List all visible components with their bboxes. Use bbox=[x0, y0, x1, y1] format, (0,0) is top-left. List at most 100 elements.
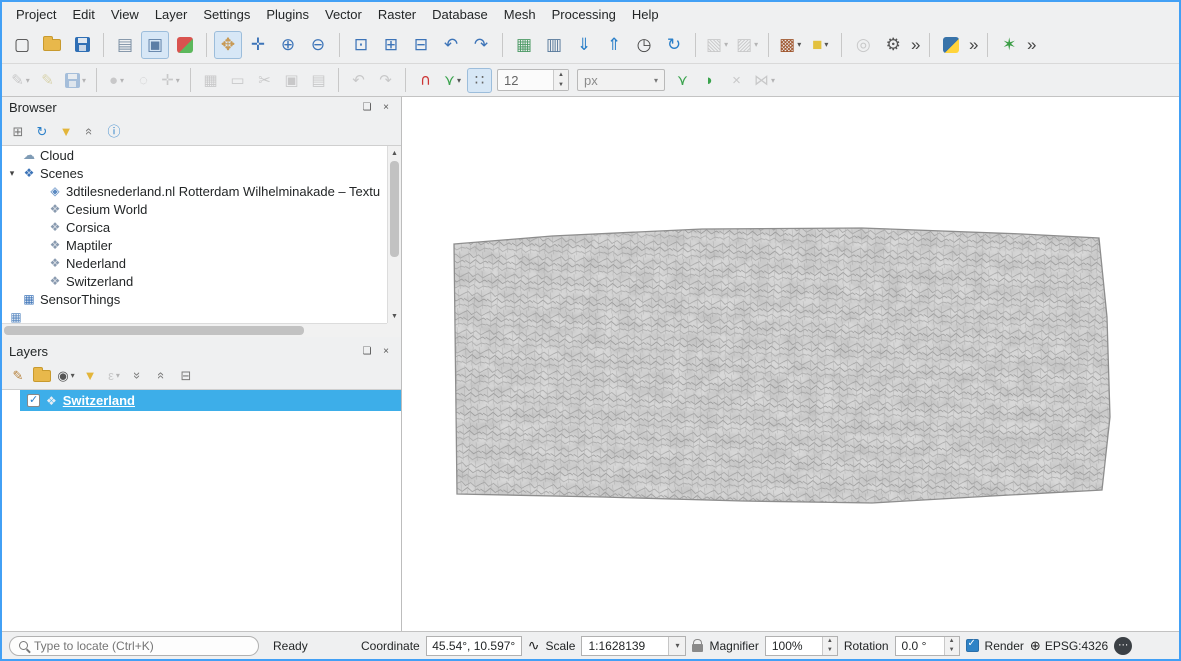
menu-edit[interactable]: Edit bbox=[64, 4, 102, 25]
tree-item[interactable]: ▦SensorThings bbox=[2, 290, 387, 308]
scrollbar-thumb[interactable] bbox=[390, 161, 399, 257]
map-themes-button[interactable]: ◉▾ bbox=[55, 365, 77, 387]
attribute-table-button[interactable]: ▥ bbox=[540, 31, 568, 59]
coordinate-field[interactable]: 45.54°, 10.597° bbox=[426, 636, 522, 656]
messages-icon[interactable]: ⋯ bbox=[1114, 637, 1132, 655]
zoom-to-selection-button[interactable]: ⊞ bbox=[377, 31, 405, 59]
extents-icon[interactable]: ∿ bbox=[528, 637, 540, 654]
float-panel-icon[interactable]: ❏ bbox=[359, 100, 375, 115]
menu-project[interactable]: Project bbox=[8, 4, 64, 25]
float-panel-icon[interactable]: ❏ bbox=[359, 344, 375, 359]
menu-view[interactable]: View bbox=[103, 4, 147, 25]
menu-help[interactable]: Help bbox=[624, 4, 667, 25]
tree-item[interactable]: ❖Switzerland bbox=[2, 272, 387, 290]
snapping-unit-select[interactable]: px▾ bbox=[577, 69, 665, 91]
lock-icon[interactable] bbox=[692, 644, 703, 652]
add-selected-layers-button[interactable]: ⊞ bbox=[7, 121, 29, 143]
menu-mesh[interactable]: Mesh bbox=[496, 4, 544, 25]
expander-open-icon[interactable]: ▾ bbox=[6, 168, 18, 179]
scale-combo[interactable]: 1:1628139 ▾ bbox=[581, 636, 686, 656]
temporal-controller-button[interactable]: ◷ bbox=[630, 31, 658, 59]
add-delimited-layer-button[interactable]: ⇓ bbox=[570, 31, 598, 59]
map-canvas[interactable] bbox=[402, 97, 1179, 631]
layer-visibility-checkbox[interactable] bbox=[27, 394, 40, 407]
layer-styling-button[interactable]: ✎ bbox=[7, 365, 29, 387]
plugins-overflow-button[interactable]: » bbox=[1025, 31, 1038, 59]
manage-plugins-button[interactable]: ✶ bbox=[995, 31, 1023, 59]
filter-browser-button[interactable]: ▼ bbox=[55, 121, 77, 143]
zoom-in-button[interactable]: ⊕ bbox=[274, 31, 302, 59]
new-layer-button[interactable]: ■▾ bbox=[806, 31, 834, 59]
python-console-button[interactable] bbox=[937, 31, 965, 59]
new-project-button[interactable]: ▢ bbox=[8, 31, 36, 59]
zoom-out-button[interactable]: ⊖ bbox=[304, 31, 332, 59]
zoom-to-layer-button[interactable]: ⊟ bbox=[407, 31, 435, 59]
crs-button[interactable]: ⊕ EPSG:4326 bbox=[1030, 638, 1108, 654]
spin-arrows[interactable]: ▲▼ bbox=[822, 637, 837, 655]
pan-to-selection-button[interactable]: ✛ bbox=[244, 31, 272, 59]
dropdown-arrow-icon[interactable]: ▾ bbox=[668, 637, 685, 655]
menu-processing[interactable]: Processing bbox=[544, 4, 624, 25]
tree-item[interactable]: ❖Nederland bbox=[2, 254, 387, 272]
spin-arrows[interactable]: ▲▼ bbox=[553, 70, 568, 90]
rotation-spin[interactable]: 0.0 ° ▲▼ bbox=[895, 636, 960, 656]
close-panel-icon[interactable]: × bbox=[378, 100, 394, 115]
zoom-full-button[interactable]: ⊡ bbox=[347, 31, 375, 59]
menu-layer[interactable]: Layer bbox=[147, 4, 196, 25]
layer-item[interactable]: ❖Switzerland bbox=[20, 390, 401, 411]
tree-item[interactable]: ❖Corsica bbox=[2, 218, 387, 236]
snapping-dots-button[interactable]: ∷ bbox=[467, 68, 492, 93]
open-project-button[interactable] bbox=[38, 31, 66, 59]
menu-plugins[interactable]: Plugins bbox=[258, 4, 317, 25]
tree-item[interactable]: ◈3dtilesnederland.nl Rotterdam Wilhelmin… bbox=[2, 182, 387, 200]
refresh-map-button[interactable]: ↻ bbox=[660, 31, 688, 59]
filter-legend-button[interactable]: ▼ bbox=[79, 365, 101, 387]
add-group-button[interactable] bbox=[31, 365, 53, 387]
spin-arrows[interactable]: ▲▼ bbox=[944, 637, 959, 655]
menu-vector[interactable]: Vector bbox=[317, 4, 370, 25]
scroll-up-icon[interactable]: ▲ bbox=[388, 146, 401, 160]
tree-item[interactable]: ☁Cloud bbox=[2, 146, 387, 164]
processing-toolbox-button[interactable]: ⚙ bbox=[879, 31, 907, 59]
layout-manager-button[interactable]: ▣ bbox=[141, 31, 169, 59]
new-map-view-button[interactable]: ▦ bbox=[510, 31, 538, 59]
collapse-all-button[interactable]: « bbox=[79, 121, 101, 143]
render-checkbox[interactable] bbox=[966, 639, 979, 652]
data-source-manager-button[interactable]: ▩▾ bbox=[776, 31, 804, 59]
avoid-overlap-button[interactable]: ◗ bbox=[697, 68, 722, 93]
scrollbar-thumb[interactable] bbox=[4, 326, 304, 335]
save-project-button[interactable] bbox=[68, 31, 96, 59]
locate-search[interactable] bbox=[9, 636, 259, 656]
expand-all-button[interactable]: » bbox=[127, 365, 149, 387]
menu-database[interactable]: Database bbox=[424, 4, 496, 25]
horizontal-scrollbar[interactable] bbox=[2, 323, 387, 337]
menu-raster[interactable]: Raster bbox=[370, 4, 424, 25]
magnifier-spin[interactable]: 100% ▲▼ bbox=[765, 636, 838, 656]
vertical-scrollbar[interactable]: ▲ ▼ bbox=[387, 146, 401, 323]
remove-layer-button[interactable]: ⊟ bbox=[175, 365, 197, 387]
pan-map-button[interactable]: ✥ bbox=[214, 31, 242, 59]
tiles-icon: ▦ bbox=[8, 311, 24, 323]
menu-settings[interactable]: Settings bbox=[195, 4, 258, 25]
tree-item[interactable]: ❖Maptiler bbox=[2, 236, 387, 254]
locate-input[interactable] bbox=[34, 639, 249, 653]
close-panel-icon[interactable]: × bbox=[378, 344, 394, 359]
style-manager-button[interactable] bbox=[171, 31, 199, 59]
zoom-next-button[interactable]: ↷ bbox=[467, 31, 495, 59]
collapse-all-layers-button[interactable]: « bbox=[151, 365, 173, 387]
zoom-last-button[interactable]: ↶ bbox=[437, 31, 465, 59]
export-layer-button[interactable]: ⇑ bbox=[600, 31, 628, 59]
snapping-tolerance-spin[interactable]: 12▲▼ bbox=[497, 69, 569, 91]
refresh-browser-button[interactable]: ↻ bbox=[31, 121, 53, 143]
snapping-toggle-button[interactable]: ∪ bbox=[413, 68, 438, 93]
python-overflow-button[interactable]: » bbox=[967, 31, 980, 59]
browser-properties-button[interactable]: ⓘ bbox=[103, 121, 125, 143]
enable-tracing-button[interactable]: ⋎ bbox=[670, 68, 695, 93]
tree-item[interactable]: ❖Cesium World bbox=[2, 200, 387, 218]
new-print-layout-button[interactable]: ▤ bbox=[111, 31, 139, 59]
scroll-down-icon[interactable]: ▼ bbox=[388, 309, 401, 323]
snapping-mode-button[interactable]: ⋎▾ bbox=[440, 68, 465, 93]
tree-item[interactable]: ▾❖Scenes bbox=[2, 164, 387, 182]
tree-item[interactable]: ▦ bbox=[2, 308, 387, 323]
toolbar-overflow-button[interactable]: » bbox=[909, 31, 922, 59]
